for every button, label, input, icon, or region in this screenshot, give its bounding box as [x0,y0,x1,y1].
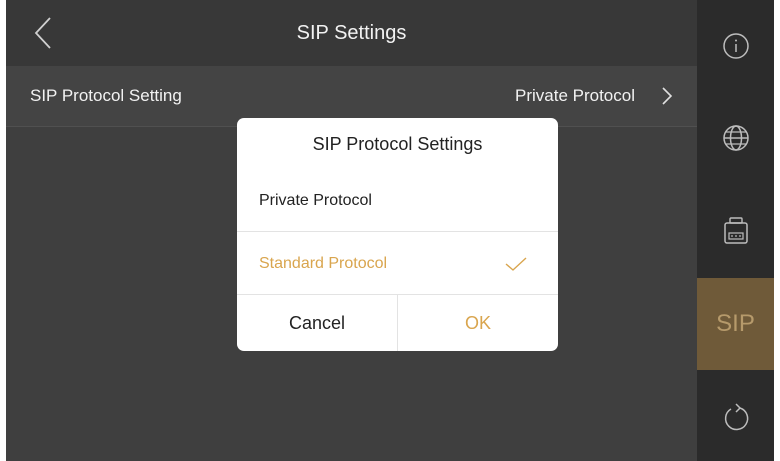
sip-protocol-dialog: SIP Protocol Settings Private Protocol S… [237,118,558,351]
page-title: SIP Settings [296,22,407,44]
sidebar-item-reset[interactable] [697,370,774,461]
globe-icon [723,125,749,151]
row-value: Private Protocol [515,86,635,105]
dialog-footer: Cancel OK [237,295,558,351]
dialog-title: SIP Protocol Settings [312,134,483,154]
refresh-icon [724,403,749,431]
sidebar-item-info[interactable] [697,0,774,92]
sidebar-item-sip[interactable]: SIP [697,278,774,370]
option-label: Private Protocol [259,192,372,209]
cancel-button[interactable]: Cancel [237,295,398,351]
header-bar: SIP Settings [6,0,697,66]
chevron-right-icon [662,87,673,105]
row-label: SIP Protocol Setting [30,86,182,105]
option-private-protocol[interactable]: Private Protocol [237,171,558,232]
info-icon [723,33,749,59]
intercom-device-icon [724,217,748,244]
sidebar-item-device[interactable] [697,184,774,276]
sip-label: SIP [716,310,755,337]
ok-button[interactable]: OK [398,295,558,351]
checkmark-icon [505,257,527,271]
sidebar-item-network[interactable] [697,92,774,184]
option-standard-protocol[interactable]: Standard Protocol [237,234,558,295]
sidebar: SIP [697,0,774,461]
option-label: Standard Protocol [259,255,388,272]
